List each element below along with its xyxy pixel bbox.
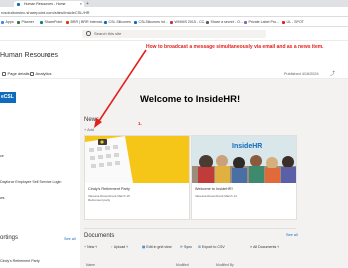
published-date: Published 4/16/2024 [284,72,319,76]
welcome-heading: Welcome to InsideHR! [140,94,241,105]
search-icon [86,31,91,36]
news-card-title[interactable]: Cindy's Retirement Party [88,186,130,192]
bookmark-cslsilicones-int[interactable]: CSLSilicones Int... [134,19,168,26]
share-icon[interactable]: ⤴ [330,70,335,78]
news-card-description: Retirement party [88,198,111,202]
analytics-icon [30,72,34,76]
browser-tab-strip: Human Resources - Home × + [0,0,348,7]
export-icon: ⊞ [198,245,202,249]
sharepoint-favicon-icon [17,2,20,6]
upload-button[interactable]: ↑Upload ˅ [111,244,128,251]
sync-icon: ⟳ [180,245,184,249]
bookmark-apps[interactable]: Apps [1,19,14,26]
bookmark-whmis[interactable]: WHMIS 2015 - CC... [170,19,207,26]
search-input[interactable]: Search this site [94,30,121,38]
new-button[interactable]: +New ˅ [84,244,97,251]
add-news-button[interactable]: + Add [84,127,94,133]
url-text[interactable]: rcsolutionsinc.sharepoint.com/sites/Insi… [1,9,89,16]
grid-icon: ▦ [142,245,146,249]
news-card-title[interactable]: Welcome to InsideHR! [195,186,233,192]
news-card[interactable]: Cindy's Retirement Party Vanessa Rosenbr… [84,135,190,220]
quick-link-ws[interactable]: ws [0,196,4,200]
whmis-icon [170,20,173,24]
bookmark-brr[interactable]: BRR | BRR Internat... [66,19,105,26]
view-selector[interactable]: ≡All Documents ˅ [250,244,279,251]
analytics-button[interactable]: Analytics [30,70,52,78]
edit-grid-view-button[interactable]: ▦Edit in grid view [142,244,172,251]
bookmark-private-label[interactable]: Private Label Pro... [244,19,279,26]
team-news-image: InsideHR [192,136,296,183]
event-item[interactable]: Cindy's Retirement Party [0,259,40,263]
gear-icon [2,72,6,76]
section-divider [84,228,296,229]
quick-link-dayforce[interactable]: Dayforce Employee Self Service Login [0,180,61,184]
documents-see-all-link[interactable]: See all [286,233,298,237]
annotation-text: How to broadcast a message simultaneousl… [146,44,324,50]
news-title: News [84,117,100,123]
site-search[interactable]: Search this site [82,30,266,38]
suite-bar: Search this site [0,27,348,41]
planner-icon [17,20,20,24]
list-icon: ≡ [250,245,253,249]
quick-link-ce[interactable]: ce [0,154,4,158]
column-header-modified[interactable]: Modified [176,263,189,268]
site-header: Human Resources ⚙ How to broadcast a mes… [0,41,348,79]
bookmark-csl-silicones[interactable]: CSL Silicones [104,19,131,26]
bookmark-share-secret[interactable]: Share a secret - O... [206,19,243,26]
export-csv-button[interactable]: ⊞Export to CSV [198,244,225,251]
bookmarks-bar: Apps Planner SharePoint BRR | BRR Intern… [0,17,348,27]
documents-title: Documents [84,233,115,239]
secret-icon [206,20,209,24]
bookmark-sharepoint[interactable]: SharePoint [40,19,62,26]
column-header-modified-by[interactable]: Modified By [216,263,234,268]
bookmark-ul-spot[interactable]: UL - SPOT [282,19,304,26]
address-bar[interactable]: rcsolutionsinc.sharepoint.com/sites/Insi… [0,7,348,17]
csl-icon [104,20,107,24]
bookmark-planner[interactable]: Planner [17,19,34,26]
events-see-all-link[interactable]: See all [64,237,76,241]
step-marker: 1. [138,121,142,126]
upload-icon: ↑ [111,245,113,249]
events-title: ortings [0,235,19,241]
site-settings-icon[interactable]: ⚙ [46,53,50,59]
news-card-author: Vanessa Rosenbrook March 14 [195,194,237,198]
plus-icon: + [84,245,87,249]
news-card[interactable]: InsideHR Welcome to InsideHR! Vanessa Ro… [191,135,297,220]
brr-icon [66,20,69,24]
calendar-news-image [85,136,189,183]
apps-icon [1,20,4,24]
sharepoint-icon [40,20,43,24]
label-icon [244,20,247,24]
csl-icon [134,20,137,24]
ul-icon [282,20,285,24]
sync-button[interactable]: ⟳Sync [180,244,192,251]
ecsl-button[interactable]: eCSL [0,92,16,103]
insidehr-logo: InsideHR [232,143,262,150]
tab-title: Human Resources - Home [24,2,66,6]
column-header-name[interactable]: Name [86,263,95,268]
page-details-button[interactable]: Page details [2,70,30,78]
